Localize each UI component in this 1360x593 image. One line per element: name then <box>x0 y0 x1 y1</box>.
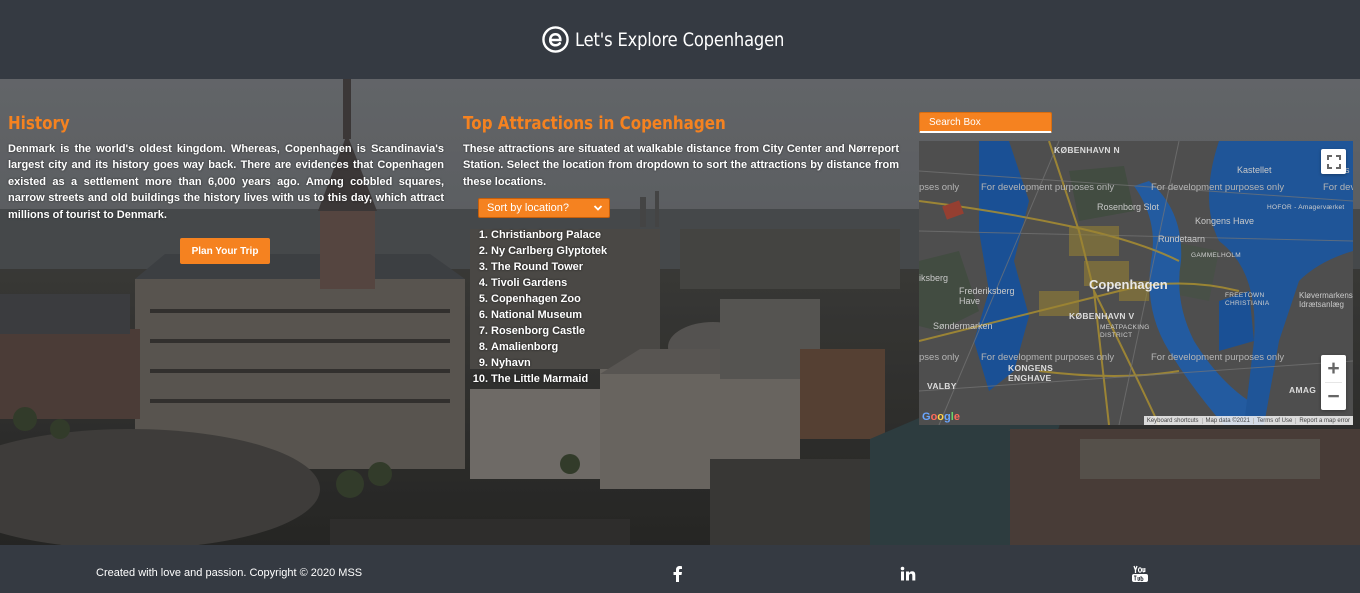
map-dev-text: pses only <box>919 352 960 363</box>
attractions-list: 1. Christianborg Palace 2. Ny Carlberg Gly… <box>469 227 607 387</box>
map-data-label: Map data ©2021 <box>1201 417 1253 424</box>
list-item[interactable]: 8. Amalienborg <box>469 339 607 355</box>
map-label-kastellet: Kastellet <box>1237 165 1272 175</box>
google-map[interactable]: KØBENHAVN N Kastellet Refs pses only For… <box>919 141 1353 425</box>
map-dev-text: For development purposes only <box>1151 182 1285 193</box>
map-label-kobenhavn-n: KØBENHAVN N <box>1054 145 1120 155</box>
page-title: Let's Explore Copenhagen <box>574 28 785 51</box>
copyright-text: Created with love and passion. Copyright… <box>96 567 363 579</box>
terms-of-use-link[interactable]: Terms of Use <box>1252 417 1295 424</box>
list-item[interactable]: 5. Copenhagen Zoo <box>469 291 607 307</box>
brand[interactable]: Let's Explore Copenhagen <box>542 26 818 53</box>
map-label-kongens-have: Kongens Have <box>1195 216 1255 226</box>
map-label-rosenborg: Rosenborg Slot <box>1097 202 1160 212</box>
hero-section: History Denmark is the world's oldest ki… <box>0 79 1360 545</box>
facebook-icon[interactable] <box>669 565 687 583</box>
map-label-sondermarken: Søndermarken <box>933 321 993 331</box>
history-section: History Denmark is the world's oldest ki… <box>8 113 444 223</box>
history-title: History <box>8 113 70 134</box>
zoom-out-button[interactable]: − <box>1321 383 1346 410</box>
list-item[interactable]: 3. The Round Tower <box>469 259 607 275</box>
map-footer: Keyboard shortcuts Map data ©2021 Terms … <box>1143 416 1353 425</box>
list-item[interactable]: 2. Ny Carlberg Glyptotek <box>469 243 607 259</box>
google-logo[interactable]: Google <box>922 411 960 423</box>
youtube-icon[interactable] <box>1131 565 1149 583</box>
site-header: Let's Explore Copenhagen <box>0 0 1360 79</box>
list-item[interactable]: 6. National Museum <box>469 307 607 323</box>
history-text: Denmark is the world's oldest kingdom. W… <box>8 143 444 221</box>
map-dev-text: For development purposes only <box>1151 352 1285 363</box>
map-dev-text: For dev <box>1323 182 1353 193</box>
attractions-section: Top Attractions in Copenhagen These attr… <box>463 113 899 385</box>
sort-select-label: Sort by location? <box>487 202 569 214</box>
report-map-error-link[interactable]: Report a map error <box>1295 417 1353 424</box>
map-label-sberg: iksberg <box>919 273 949 283</box>
attractions-title: Top Attractions in Copenhagen <box>463 113 726 134</box>
map-label-hofor: HOFOR - Amagerværket <box>1267 204 1345 211</box>
zoom-in-button[interactable]: + <box>1321 355 1346 382</box>
list-item[interactable]: 4. Tivoli Gardens <box>469 275 607 291</box>
map-label-gammelholm: GAMMELHOLM <box>1191 252 1241 259</box>
plan-your-trip-button[interactable]: Plan Your Trip <box>180 238 270 264</box>
map-dev-text: For development purposes only <box>981 182 1115 193</box>
list-item[interactable]: 7. Rosenborg Castle <box>469 323 607 339</box>
e-logo-icon <box>542 26 569 53</box>
sort-by-location-select[interactable]: Sort by location? <box>478 198 610 218</box>
keyboard-shortcuts-link[interactable]: Keyboard shortcuts <box>1144 418 1202 424</box>
map-label-copenhagen: Copenhagen <box>1089 277 1168 292</box>
linkedin-icon[interactable] <box>899 565 917 583</box>
zoom-controls: + − <box>1321 355 1346 410</box>
fullscreen-button[interactable] <box>1321 149 1346 174</box>
map-label-meatpacking: MEATPACKING DISTRICT <box>1100 324 1150 339</box>
search-box[interactable]: Search Box <box>919 112 1052 133</box>
list-item[interactable]: 9. Nyhavn <box>469 355 607 371</box>
map-dev-text: pses only <box>919 182 960 193</box>
map-label-rundetaarn: Rundetaarn <box>1158 234 1206 244</box>
map-label-klovermarken: Kløvermarkens Idrætsanlæg <box>1299 291 1353 309</box>
map-dev-text: For development purposes only <box>981 352 1115 363</box>
map-label-kongens-enghave: KONGENS ENGHAVE <box>1008 363 1054 383</box>
fullscreen-icon <box>1326 154 1341 169</box>
map-label-amag: AMAG <box>1289 385 1317 395</box>
site-footer: Created with love and passion. Copyright… <box>0 545 1360 593</box>
chevron-down-icon <box>593 205 603 211</box>
map-label-freetown: FREETOWN CHRISTIANIA <box>1225 292 1270 307</box>
attractions-text: These attractions are situated at walkab… <box>463 143 899 188</box>
list-item[interactable]: 1. Christianborg Palace <box>469 227 607 243</box>
map-label-valby: VALBY <box>927 381 957 391</box>
list-item[interactable]: 10. The Little Marmaid <box>469 371 607 387</box>
map-label-frederiksberg: Frederiksberg Have <box>959 286 1015 306</box>
map-label-kobenhavn-v: KØBENHAVN V <box>1069 311 1135 321</box>
